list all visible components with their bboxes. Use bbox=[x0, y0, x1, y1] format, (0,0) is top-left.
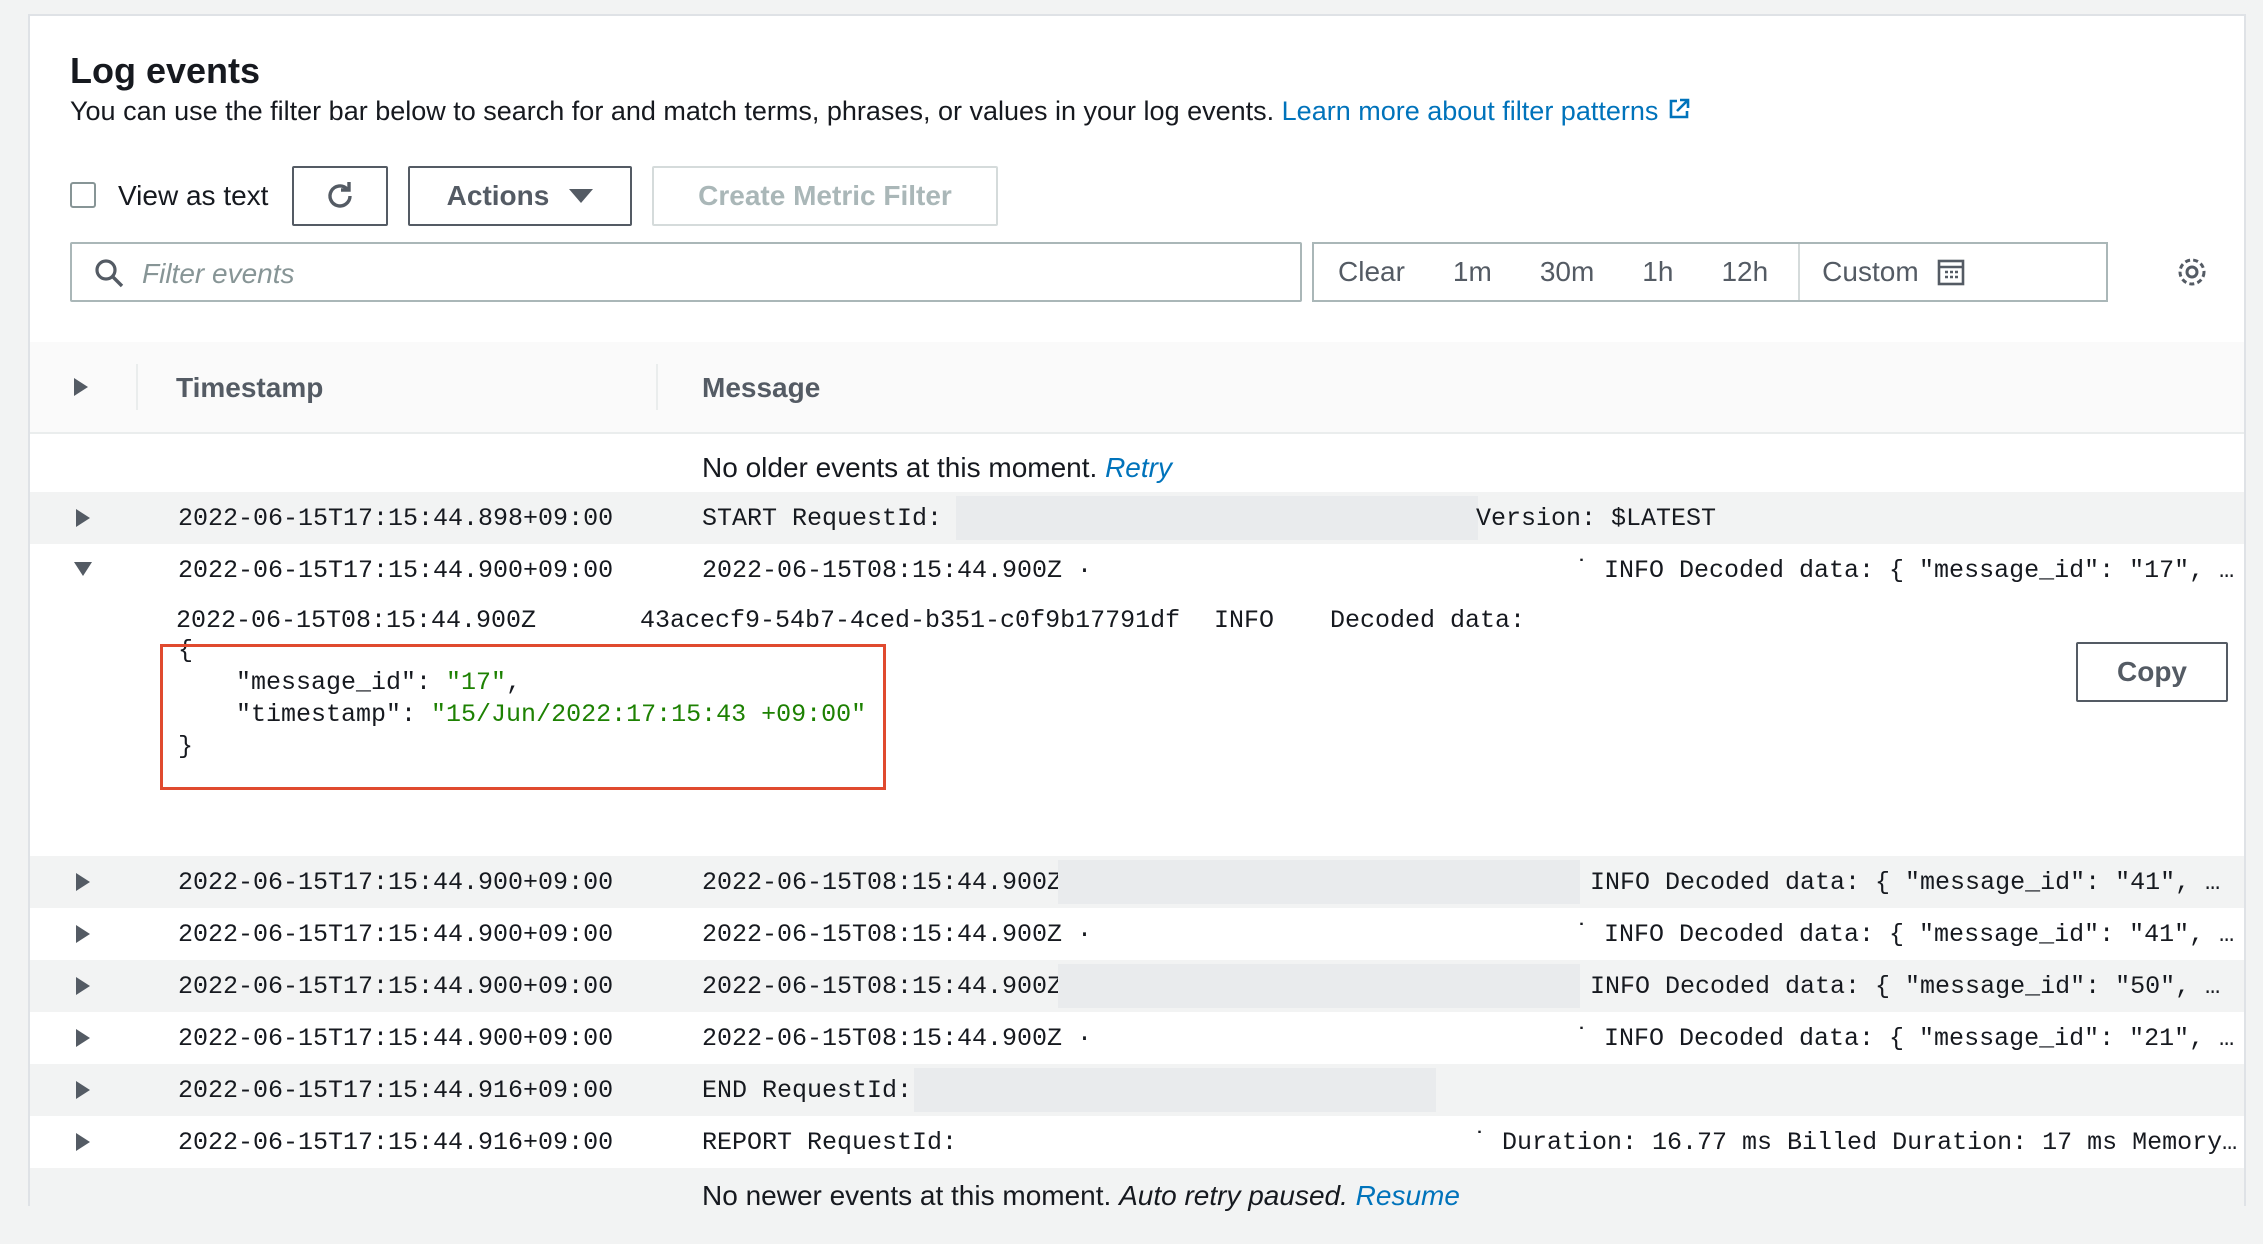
log-row[interactable]: 2022-06-15T17:15:44.900+09:00 2022-06-15… bbox=[30, 960, 2244, 1012]
detail-request-id: 43acecf9-54b7-4ced-b351-c0f9b17791df bbox=[640, 606, 1181, 635]
learn-more-label: Learn more about filter patterns bbox=[1281, 96, 1659, 126]
range-clear[interactable]: Clear bbox=[1314, 244, 1429, 300]
expand-row-icon[interactable] bbox=[76, 925, 90, 943]
calendar-icon bbox=[1937, 259, 1964, 286]
detail-timestamp: 2022-06-15T08:15:44.900Z bbox=[176, 606, 537, 635]
detail-level: INFO bbox=[1214, 606, 1275, 635]
row-timestamp: 2022-06-15T17:15:44.916+09:00 bbox=[178, 1128, 614, 1157]
row-message-tail: ˙ INFO Decoded data: { "message_id": "17… bbox=[1574, 556, 2235, 585]
log-row[interactable]: 2022-06-15T17:15:44.900+09:00 2022-06-15… bbox=[30, 1012, 2244, 1064]
row-message-tail: ˙ INFO Decoded data: { "message_id": "41… bbox=[1574, 920, 2235, 949]
highlight-annotation bbox=[160, 644, 886, 790]
view-as-text-label: View as text bbox=[118, 180, 269, 211]
row-message-tail: ˙ INFO Decoded data: { "message_id": "21… bbox=[1574, 1024, 2235, 1053]
row-message-tail: INFO Decoded data: { "message_id": "41",… bbox=[1590, 868, 2221, 897]
search-input[interactable] bbox=[140, 256, 1244, 292]
column-timestamp[interactable]: Timestamp bbox=[176, 372, 323, 404]
row-timestamp: 2022-06-15T17:15:44.900+09:00 bbox=[178, 920, 614, 949]
auto-retry-paused-text: Auto retry paused. bbox=[1119, 1180, 1348, 1211]
row-message: 2022-06-15T08:15:44.900Z · bbox=[702, 556, 1093, 585]
newer-events-notice: No newer events at this moment. Auto ret… bbox=[30, 1168, 2244, 1220]
row-timestamp: 2022-06-15T17:15:44.898+09:00 bbox=[178, 504, 614, 533]
log-row-expanded[interactable]: 2022-06-15T17:15:44.900+09:00 2022-06-15… bbox=[30, 544, 2244, 596]
copy-button[interactable]: Copy bbox=[2076, 642, 2228, 702]
create-metric-filter-button[interactable]: Create Metric Filter bbox=[652, 166, 998, 226]
toolbar: View as text Actions Create Metric Filte… bbox=[30, 152, 1130, 226]
row-message: 2022-06-15T08:15:44.900Z · bbox=[702, 1024, 1093, 1053]
range-12h[interactable]: 12h bbox=[1697, 244, 1792, 300]
learn-more-link[interactable]: Learn more about filter patterns bbox=[1282, 96, 1693, 126]
row-timestamp: 2022-06-15T17:15:44.900+09:00 bbox=[178, 1024, 614, 1053]
expand-row-icon[interactable] bbox=[76, 509, 90, 527]
filter-events-field[interactable] bbox=[70, 242, 1302, 302]
older-events-text: No older events at this moment. bbox=[702, 452, 1098, 483]
expand-row-icon[interactable] bbox=[76, 1133, 90, 1151]
time-range-selector: Clear 1m 30m 1h 12h Custom bbox=[1312, 242, 2108, 302]
expand-row-icon[interactable] bbox=[76, 1029, 90, 1047]
search-icon bbox=[95, 259, 124, 288]
description-text: You can use the filter bar below to sear… bbox=[70, 96, 1275, 126]
log-row[interactable]: 2022-06-15T17:15:44.900+09:00 2022-06-15… bbox=[30, 908, 2244, 960]
resume-link[interactable]: Resume bbox=[1356, 1180, 1460, 1211]
redacted-block bbox=[1058, 964, 1580, 1008]
range-custom[interactable]: Custom bbox=[1798, 244, 1988, 300]
log-row[interactable]: 2022-06-15T17:15:44.916+09:00 END Reques… bbox=[30, 1064, 2244, 1116]
log-row[interactable]: 2022-06-15T17:15:44.898+09:00 START Requ… bbox=[30, 492, 2244, 544]
log-row[interactable]: 2022-06-15T17:15:44.900+09:00 2022-06-15… bbox=[30, 856, 2244, 908]
range-30m[interactable]: 30m bbox=[1516, 244, 1618, 300]
newer-events-text: No newer events at this moment. bbox=[702, 1180, 1112, 1211]
redacted-block bbox=[914, 1068, 1436, 1112]
row-message: END RequestId: bbox=[702, 1076, 913, 1105]
retry-link[interactable]: Retry bbox=[1105, 452, 1172, 483]
column-message[interactable]: Message bbox=[702, 372, 820, 404]
range-custom-label: Custom bbox=[1822, 256, 1919, 287]
row-message-tail: INFO Decoded data: { "message_id": "50",… bbox=[1590, 972, 2221, 1001]
redacted-block bbox=[956, 496, 1478, 540]
header-area: Log events You can use the filter bar be… bbox=[30, 16, 2244, 342]
older-events-notice: No older events at this moment. Retry bbox=[30, 440, 2244, 492]
row-timestamp: 2022-06-15T17:15:44.916+09:00 bbox=[178, 1076, 614, 1105]
range-1h[interactable]: 1h bbox=[1618, 244, 1697, 300]
actions-button[interactable]: Actions bbox=[408, 166, 632, 226]
actions-label: Actions bbox=[446, 180, 550, 211]
redacted-block bbox=[1058, 860, 1580, 904]
range-1m[interactable]: 1m bbox=[1429, 244, 1516, 300]
column-divider bbox=[656, 364, 658, 410]
gear-icon[interactable] bbox=[2174, 254, 2210, 290]
detail-header: 2022-06-15T08:15:44.900Z bbox=[176, 606, 536, 635]
refresh-icon bbox=[328, 182, 352, 208]
row-message-tail: Version: $LATEST bbox=[1476, 504, 1717, 533]
expand-all-icon[interactable] bbox=[74, 378, 88, 396]
row-message: REPORT RequestId: bbox=[702, 1128, 958, 1157]
row-message-tail: ˙ Duration: 16.77 ms Billed Duration: 17… bbox=[1472, 1128, 2238, 1157]
row-timestamp: 2022-06-15T17:15:44.900+09:00 bbox=[178, 556, 614, 585]
table-header: Timestamp Message bbox=[30, 342, 2244, 434]
log-events-panel: Log events You can use the filter bar be… bbox=[28, 14, 2246, 1220]
row-message: 2022-06-15T08:15:44.900Z · bbox=[702, 920, 1093, 949]
collapse-row-icon[interactable] bbox=[74, 562, 92, 576]
expand-row-icon[interactable] bbox=[76, 873, 90, 891]
expand-row-icon[interactable] bbox=[76, 1081, 90, 1099]
page-title: Log events bbox=[70, 50, 261, 91]
row-message: 2022-06-15T08:15:44.900Z bbox=[702, 868, 1063, 897]
row-message: 2022-06-15T08:15:44.900Z bbox=[702, 972, 1063, 1001]
row-timestamp: 2022-06-15T17:15:44.900+09:00 bbox=[178, 972, 614, 1001]
column-divider bbox=[136, 364, 138, 410]
description: You can use the filter bar below to sear… bbox=[70, 96, 1692, 129]
external-link-icon bbox=[1666, 96, 1692, 129]
caret-down-icon bbox=[569, 189, 594, 203]
detail-message: Decoded data: bbox=[1330, 606, 1526, 635]
expand-row-icon[interactable] bbox=[76, 977, 90, 995]
row-message: START RequestId: 4 bbox=[702, 504, 973, 533]
row-timestamp: 2022-06-15T17:15:44.900+09:00 bbox=[178, 868, 614, 897]
expanded-event-detail: 2022-06-15T08:15:44.900Z 43acecf9-54b7-4… bbox=[30, 606, 2244, 856]
view-as-text-checkbox[interactable] bbox=[70, 182, 96, 208]
log-row[interactable]: 2022-06-15T17:15:44.916+09:00 REPORT Req… bbox=[30, 1116, 2244, 1168]
refresh-button[interactable] bbox=[292, 166, 388, 226]
